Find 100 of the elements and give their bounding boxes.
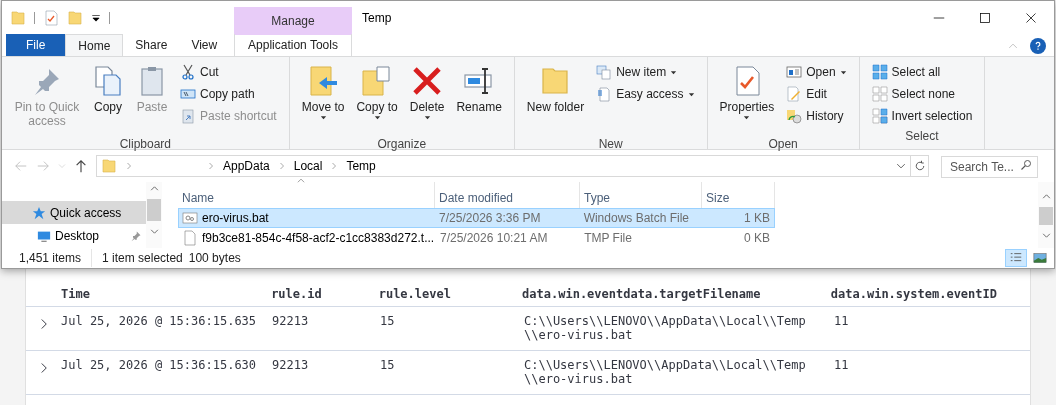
breadcrumb-item[interactable]: Temp bbox=[346, 157, 376, 175]
ribbon-command-button[interactable]: History bbox=[782, 105, 851, 127]
ribbon-command-button[interactable]: Delete bbox=[405, 61, 449, 135]
ribbon-command-button[interactable]: Copy path bbox=[176, 83, 281, 105]
column-header[interactable]: Time bbox=[61, 284, 272, 303]
path-icon bbox=[180, 86, 196, 102]
customize-dropdown-icon bbox=[91, 13, 101, 23]
scrollbar[interactable] bbox=[1038, 182, 1054, 248]
chevron-icon bbox=[207, 162, 215, 170]
ribbon-tab[interactable]: View bbox=[179, 34, 230, 56]
up-arrow-icon bbox=[74, 159, 88, 173]
file-type: TMP File bbox=[583, 229, 633, 247]
column-header[interactable]: rule.id bbox=[271, 284, 379, 303]
folder-icon bbox=[67, 10, 83, 26]
star-icon bbox=[32, 205, 46, 220]
file-size: 0 KB bbox=[743, 229, 771, 247]
collapse-caret-icon bbox=[1008, 41, 1018, 51]
address-bar[interactable]: AppData Local Temp bbox=[96, 155, 929, 177]
close-icon bbox=[1025, 12, 1037, 24]
item-count: 1,451 items bbox=[19, 249, 93, 267]
ribbon-command-button[interactable]: Easy access bbox=[592, 83, 699, 105]
selection-count: 1 item selected bbox=[101, 250, 184, 267]
scroll-up-icon bbox=[1041, 192, 1051, 201]
ribbon-command-button[interactable]: Copy to bbox=[352, 61, 402, 135]
ribbon-tab[interactable]: File bbox=[6, 34, 66, 56]
select-none-icon bbox=[871, 86, 888, 102]
details-view-button[interactable] bbox=[1005, 249, 1027, 267]
ribbon-tab[interactable]: Home bbox=[65, 34, 124, 56]
scroll-down-icon bbox=[149, 227, 159, 236]
breadcrumb-item[interactable]: Local bbox=[293, 157, 323, 175]
scrollbar[interactable] bbox=[146, 182, 162, 248]
ribbon-command-button[interactable]: Select all bbox=[867, 61, 977, 83]
ribbon-command-button[interactable]: Open bbox=[782, 61, 851, 83]
pencil-page-icon bbox=[786, 86, 803, 102]
ribbon-command-button[interactable]: Edit bbox=[782, 83, 851, 105]
contextual-tab-group: Manage bbox=[234, 7, 352, 35]
date-modified: 7/25/2026 3:36 PM bbox=[438, 209, 542, 227]
caret-icon bbox=[319, 114, 327, 121]
column-header[interactable]: data.win.system.eventID bbox=[830, 284, 1030, 303]
folder-icon bbox=[101, 158, 117, 174]
file-size: 1 KB bbox=[742, 209, 771, 227]
back-arrow-icon bbox=[14, 159, 28, 173]
date-modified: 7/25/2026 10:21 AM bbox=[439, 229, 549, 247]
ribbon-group-title: New bbox=[598, 136, 623, 153]
sort-caret-icon bbox=[296, 176, 306, 186]
maximize-icon bbox=[979, 12, 991, 24]
search-icon bbox=[1020, 159, 1032, 171]
file-icon bbox=[182, 229, 198, 246]
table-cell-text: C:\\Users\\LENOVO\\AppData\\Local\\Temp\\ero-virus.bat bbox=[524, 314, 807, 342]
column-header[interactable]: Type bbox=[580, 182, 702, 208]
chevron-icon bbox=[277, 162, 286, 170]
table-cell-text: 11 bbox=[834, 314, 850, 328]
file-row[interactable]: f9b3ce81-854c-4f58-acf2-c1cc8383d272.t... 7/25/2026 10:21 AM TMP File 0 KB bbox=[178, 227, 775, 248]
file-type: Windows Batch File bbox=[582, 209, 690, 227]
scrollbar-thumb[interactable] bbox=[147, 199, 161, 221]
selection-size: 100 bytes bbox=[188, 250, 241, 267]
nav-pane-item[interactable]: Quick access bbox=[2, 201, 146, 224]
caret-icon bbox=[743, 114, 751, 121]
breadcrumb-item[interactable]: AppData bbox=[223, 157, 270, 175]
ribbon-command-button[interactable]: New item bbox=[592, 61, 699, 83]
ribbon-tab[interactable]: Share bbox=[123, 34, 180, 56]
scroll-up-icon bbox=[149, 184, 159, 193]
ribbon-command-button[interactable]: Rename bbox=[452, 61, 506, 135]
thumbnail-view-icon bbox=[1033, 251, 1047, 265]
delete-icon bbox=[411, 65, 444, 97]
table-cell-text: Jul 25, 2026 @ 15:36:15.630 bbox=[61, 358, 258, 372]
gears-file-icon bbox=[182, 209, 198, 226]
column-header[interactable]: Date modified bbox=[435, 182, 580, 208]
column-header[interactable]: data.win.eventdata.targetFilename bbox=[522, 284, 831, 303]
chevron-icon bbox=[330, 162, 339, 170]
ribbon-command-button[interactable]: Copy bbox=[88, 61, 128, 135]
question-mark-icon bbox=[1033, 41, 1043, 51]
forward-arrow-icon bbox=[36, 159, 50, 173]
ribbon-tab[interactable]: Application Tools bbox=[234, 34, 352, 56]
shortcut-icon bbox=[180, 108, 196, 124]
column-header[interactable]: Name bbox=[178, 182, 435, 208]
ribbon-command-button[interactable]: Invert selection bbox=[867, 105, 977, 127]
table-cell-text: 92213 bbox=[272, 314, 310, 328]
file-row[interactable]: ero-virus.bat 7/25/2026 3:36 PM Windows Batch File 1 KB bbox=[178, 207, 775, 228]
table-cell-text: C:\\Users\\LENOVO\\AppData\\Local\\Temp\\ero-virus.bat bbox=[524, 358, 807, 386]
new-item-icon bbox=[596, 64, 613, 80]
table-cell-text: 15 bbox=[380, 314, 396, 328]
column-header[interactable]: Size bbox=[702, 182, 775, 208]
ribbon-command-button[interactable]: Cut bbox=[176, 61, 281, 83]
ribbon-command-button[interactable]: Move to bbox=[297, 61, 349, 135]
ribbon-command-button[interactable]: Properties bbox=[715, 61, 779, 135]
scrollbar-thumb[interactable] bbox=[1039, 207, 1053, 225]
chevron-icon bbox=[125, 162, 133, 170]
ribbon-command-button[interactable]: New folder bbox=[522, 61, 589, 135]
search-field[interactable]: Search Te... bbox=[941, 156, 1038, 178]
table-cell-text: 15 bbox=[380, 358, 396, 372]
checkmark-page-icon bbox=[43, 10, 59, 26]
help-button[interactable] bbox=[1030, 38, 1046, 54]
ribbon-group-title: Select bbox=[905, 128, 939, 145]
scroll-down-icon bbox=[1041, 231, 1051, 240]
column-header[interactable]: rule.level bbox=[378, 284, 523, 303]
table-cell-text: 92213 bbox=[272, 358, 310, 372]
window-icon bbox=[786, 64, 803, 80]
nav-pane-item[interactable]: Desktop bbox=[2, 224, 146, 247]
ribbon-command-button[interactable]: Select none bbox=[867, 83, 977, 105]
